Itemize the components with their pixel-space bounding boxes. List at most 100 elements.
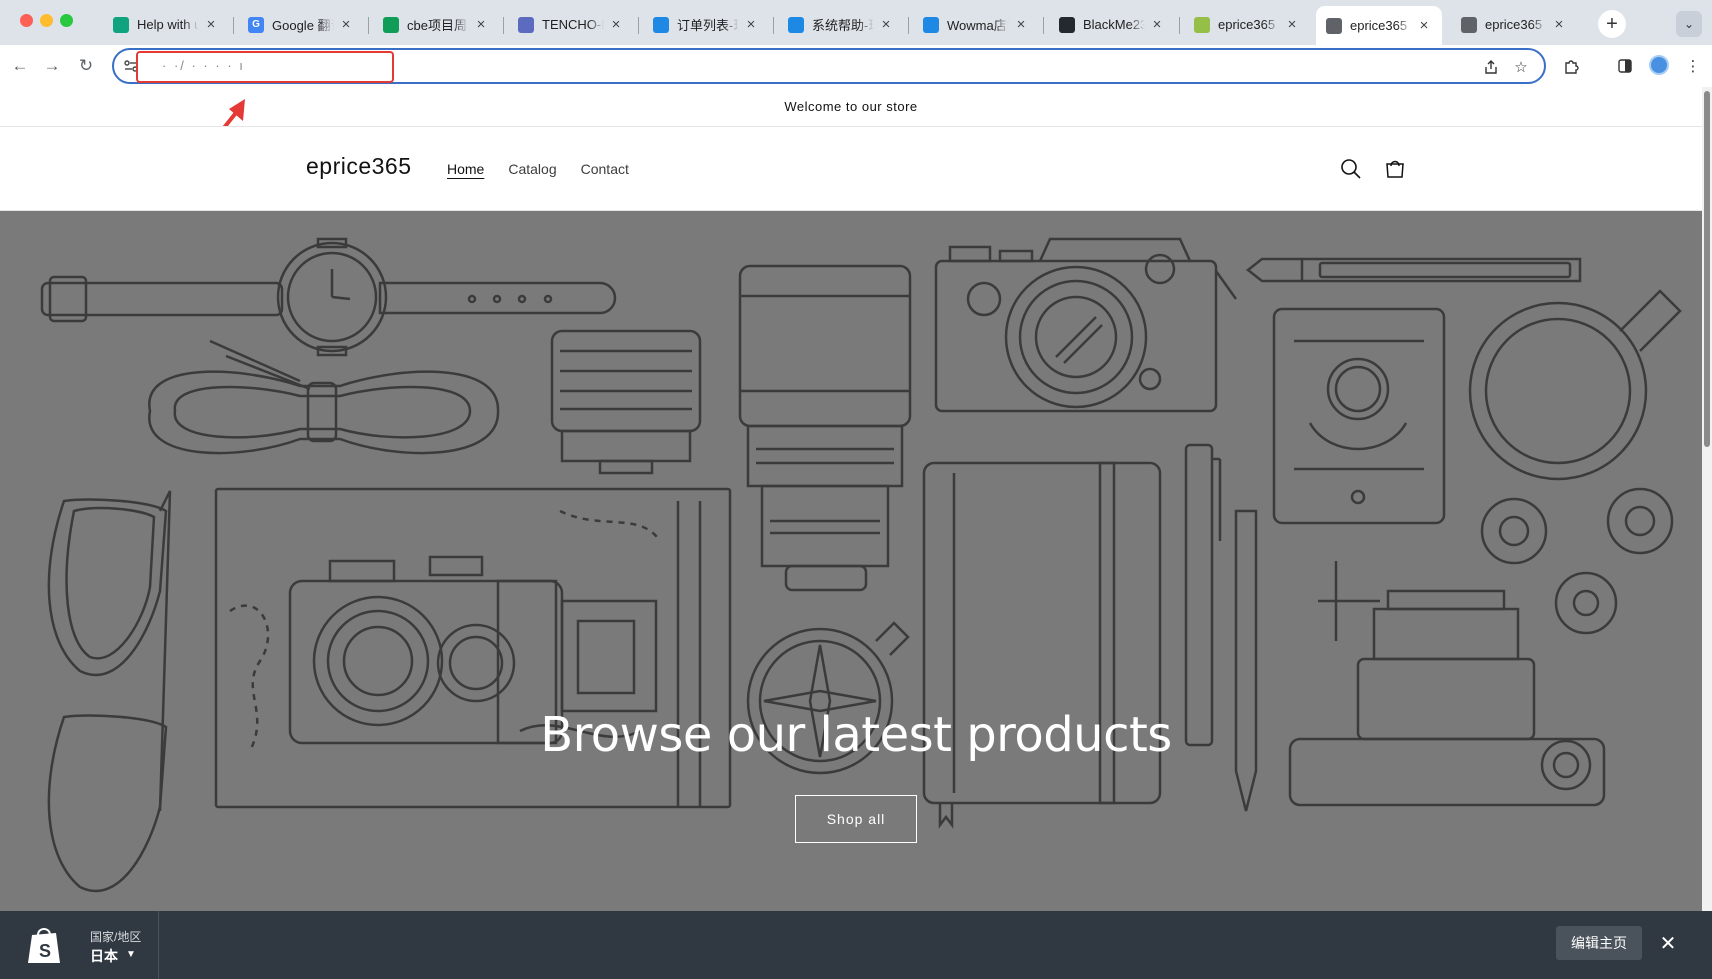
reload-button[interactable]: ↻ xyxy=(74,54,98,78)
hero-banner: Browse our latest products Shop all xyxy=(0,211,1702,911)
google-translate-icon: G xyxy=(248,16,264,33)
announcement-bar: Welcome to our store xyxy=(0,87,1702,127)
browser-tab[interactable]: Help with u × xyxy=(103,8,229,41)
globe-icon xyxy=(1461,16,1477,33)
tab-separator xyxy=(773,17,774,34)
camera-illustration xyxy=(934,237,1238,413)
preview-bar-divider xyxy=(158,911,159,979)
browser-toolbar: ← → ↻ · ·/ · · · · ı ☆ ⋮ xyxy=(0,45,1712,87)
tab-title: eprice365 xyxy=(1350,18,1408,33)
sunglasses-illustration xyxy=(47,490,172,893)
window-minimize-button[interactable] xyxy=(40,14,53,27)
lens-illustration xyxy=(550,329,702,475)
browser-tab-strip: Help with u × G Google 翻译 × cbe项目周二 × TENCHO-E ×… xyxy=(0,0,1712,45)
tab-close-icon[interactable]: × xyxy=(1013,16,1029,33)
page-scrollbar[interactable] xyxy=(1702,87,1712,979)
browser-tab[interactable]: 系统帮助-现 × xyxy=(778,8,904,41)
nav-home-link[interactable]: Home xyxy=(447,161,484,177)
notebook-illustration xyxy=(922,461,1162,829)
site-info-icon[interactable] xyxy=(123,58,139,74)
region-selector[interactable]: 日本 xyxy=(90,946,118,966)
tab-close-icon[interactable]: × xyxy=(1284,16,1300,33)
svg-text:S: S xyxy=(39,941,51,961)
tab-close-icon[interactable]: × xyxy=(338,16,354,33)
tab-separator xyxy=(1043,17,1044,34)
shopify-preview-bar: S 国家/地区 日本 ▼ 编辑主页 ✕ xyxy=(0,911,1712,979)
tab-separator xyxy=(233,17,234,34)
tab-title: eprice365 xyxy=(1218,17,1276,32)
browser-tab[interactable]: eprice365 × xyxy=(1184,8,1310,41)
nav-catalog-link[interactable]: Catalog xyxy=(508,161,556,177)
telephoto-lens-illustration xyxy=(738,264,912,592)
search-icon[interactable] xyxy=(1339,157,1363,181)
address-bar[interactable]: · ·/ · · · · ı ☆ xyxy=(112,48,1546,84)
tab-title: TENCHO-E xyxy=(542,17,604,32)
google-sheets-icon xyxy=(383,16,399,33)
tab-separator xyxy=(368,17,369,34)
passport-illustration xyxy=(1272,307,1446,525)
tab-close-icon[interactable]: × xyxy=(878,16,894,33)
tab-close-icon[interactable]: × xyxy=(203,16,219,33)
extensions-icon[interactable] xyxy=(1561,55,1583,77)
window-zoom-button[interactable] xyxy=(60,14,73,27)
forward-button[interactable]: → xyxy=(40,54,64,78)
chatgpt-icon xyxy=(113,16,129,33)
tab-close-icon[interactable]: × xyxy=(1149,16,1165,33)
store-nav: Home Catalog Contact xyxy=(447,161,629,177)
url-text[interactable]: · ·/ · · · · ı xyxy=(162,58,245,73)
globe-icon xyxy=(1326,17,1342,34)
bowtie-illustration xyxy=(148,339,500,455)
cart-icon[interactable] xyxy=(1383,157,1407,181)
side-panel-icon[interactable] xyxy=(1614,55,1636,77)
browser-tab[interactable]: G Google 翻译 × xyxy=(238,8,364,41)
browser-tab[interactable]: cbe项目周二 × xyxy=(373,8,499,41)
announcement-text: Welcome to our store xyxy=(784,99,918,114)
new-tab-button[interactable]: + xyxy=(1598,10,1626,38)
tab-separator xyxy=(1179,17,1180,34)
browser-tab[interactable]: TENCHO-E × xyxy=(508,8,634,41)
shop-all-button[interactable]: Shop all xyxy=(795,795,917,843)
region-label: 国家/地区 xyxy=(90,930,142,944)
tab-close-icon[interactable]: × xyxy=(1551,16,1567,33)
cloud-app-icon xyxy=(788,16,804,33)
tab-separator xyxy=(638,17,639,34)
tab-separator xyxy=(908,17,909,34)
cloud-app-icon xyxy=(653,16,669,33)
nav-contact-link[interactable]: Contact xyxy=(581,161,629,177)
tab-search-button[interactable]: ⌄ xyxy=(1676,11,1702,37)
store-logo[interactable]: eprice365 xyxy=(306,153,412,180)
browser-tab[interactable]: eprice365 × xyxy=(1451,8,1577,41)
share-icon[interactable] xyxy=(1480,56,1502,78)
cloud-app-icon xyxy=(923,16,939,33)
profile-avatar[interactable] xyxy=(1649,55,1669,75)
scrollbar-thumb[interactable] xyxy=(1704,91,1710,447)
browser-tab[interactable]: BlackMe23 × xyxy=(1049,8,1175,41)
window-close-button[interactable] xyxy=(20,14,33,27)
tab-title: 订单列表-现 xyxy=(677,18,739,33)
browser-tab[interactable]: Wowma店铺 × xyxy=(913,8,1039,41)
back-button[interactable]: ← xyxy=(8,54,32,78)
bookmark-star-icon[interactable]: ☆ xyxy=(1510,56,1532,78)
browser-menu-icon[interactable]: ⋮ xyxy=(1682,55,1704,77)
tab-title: 系统帮助-现 xyxy=(812,18,874,33)
browser-tab[interactable]: 订单列表-现 × xyxy=(643,8,769,41)
tab-title: eprice365 xyxy=(1485,17,1543,32)
watch-illustration xyxy=(40,237,617,357)
shopify-icon xyxy=(1194,16,1210,33)
hero-title: Browse our latest products xyxy=(540,707,1172,763)
tab-close-icon[interactable]: × xyxy=(608,16,624,33)
tab-close-icon[interactable]: × xyxy=(743,16,759,33)
globe-icon xyxy=(518,16,534,33)
store-header: eprice365 Home Catalog Contact xyxy=(0,127,1702,211)
close-icon[interactable]: ✕ xyxy=(1656,931,1680,955)
browser-tab[interactable]: eprice365 × xyxy=(1316,6,1442,45)
pencil-illustration xyxy=(1245,257,1582,283)
chevron-down-icon[interactable]: ▼ xyxy=(126,949,136,960)
tab-close-icon[interactable]: × xyxy=(473,16,489,33)
tab-close-icon[interactable]: × xyxy=(1416,17,1432,34)
github-icon xyxy=(1059,16,1075,33)
edit-homepage-button[interactable]: 编辑主页 xyxy=(1556,926,1642,960)
tab-title: Google 翻译 xyxy=(272,18,334,33)
magnifier-illustration xyxy=(1468,289,1682,481)
shopify-bag-icon: S xyxy=(28,928,60,963)
